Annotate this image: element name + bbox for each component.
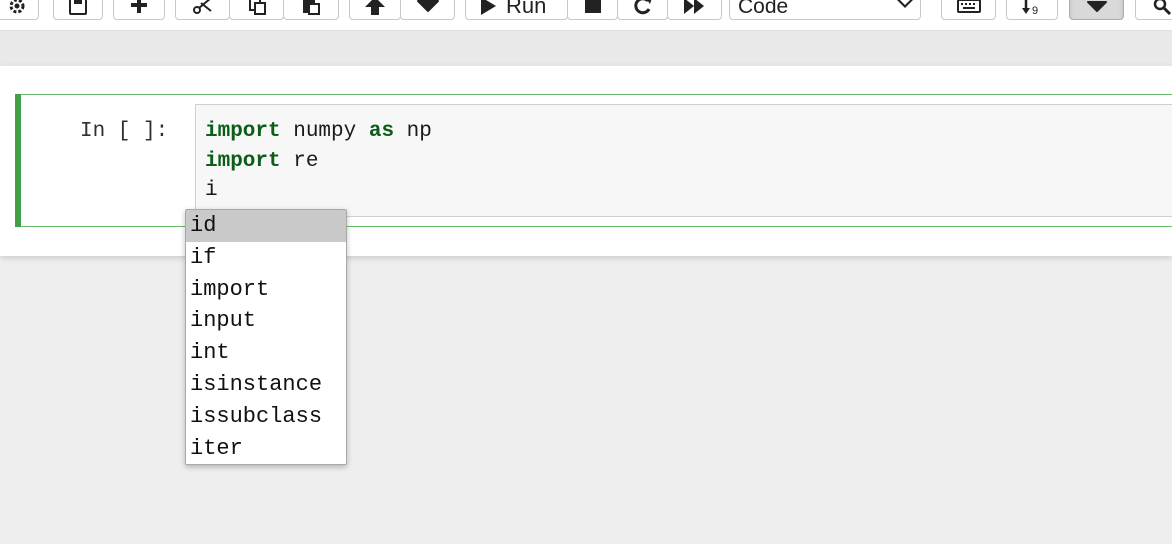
move-up-button[interactable]: [349, 0, 401, 20]
move-down-icon: [416, 0, 439, 15]
code-token: numpy: [280, 120, 369, 143]
code-keyword: as: [368, 120, 395, 143]
settings-button[interactable]: [0, 0, 39, 20]
code-token: re: [280, 149, 319, 173]
autocomplete-item[interactable]: input: [186, 305, 346, 337]
autocomplete-item[interactable]: issubclass: [186, 401, 346, 433]
autocomplete-item[interactable]: id: [186, 210, 346, 242]
code-line[interactable]: import numpy as np: [205, 117, 432, 147]
autocomplete-popup: id if import input int isinstance issubclass it…: [185, 209, 347, 465]
search-button[interactable]: [1135, 0, 1172, 20]
paste-icon: [300, 0, 322, 15]
command-palette-button[interactable]: [941, 0, 996, 20]
sort-button[interactable]: 9: [1006, 0, 1058, 20]
code-keyword: import: [205, 149, 281, 173]
interrupt-button[interactable]: [567, 0, 618, 20]
play-icon: [480, 0, 496, 15]
autocomplete-item[interactable]: if: [186, 242, 346, 274]
stop-icon: [583, 0, 603, 15]
input-prompt: In [ ]:: [80, 120, 169, 143]
code-line[interactable]: i: [205, 176, 432, 206]
autocomplete-item[interactable]: import: [186, 274, 346, 306]
save-button[interactable]: [53, 0, 103, 20]
run-button-label: Run: [506, 0, 547, 18]
move-up-icon: [364, 0, 386, 15]
cell-type-value: Code: [738, 0, 789, 18]
restart-button[interactable]: [617, 0, 668, 20]
code-token: np: [394, 120, 432, 143]
plus-icon: [129, 0, 149, 15]
restart-run-all-button[interactable]: [667, 0, 722, 20]
copy-button[interactable]: [229, 0, 284, 20]
fast-forward-icon: [683, 0, 707, 15]
copy-icon: [246, 0, 268, 15]
svg-text:9: 9: [1032, 5, 1038, 15]
cell-type-select[interactable]: Code: [729, 0, 921, 20]
chevron-down-icon: [896, 0, 914, 14]
move-down-button[interactable]: [400, 0, 455, 20]
code-line[interactable]: import re: [205, 147, 432, 177]
header-spacer: [0, 31, 1172, 65]
autocomplete-item[interactable]: iter: [186, 433, 346, 465]
autocomplete-item[interactable]: isinstance: [186, 369, 346, 401]
insert-cell-button[interactable]: [113, 0, 165, 20]
paste-button[interactable]: [283, 0, 339, 20]
gear-icon: [8, 0, 26, 15]
code-keyword: import: [205, 120, 281, 143]
toggle-button[interactable]: [1069, 0, 1124, 20]
restart-icon: [633, 0, 653, 15]
autocomplete-item[interactable]: int: [186, 337, 346, 369]
main-toolbar: Run Code 9: [0, 0, 1172, 31]
sort-numeric-icon: 9: [1020, 0, 1044, 15]
cut-button[interactable]: [175, 0, 230, 20]
keyboard-icon: [956, 0, 981, 14]
code-text[interactable]: import numpy as np import re i: [205, 117, 432, 206]
dropdown-chevron-icon: [1086, 0, 1108, 14]
code-token: i: [205, 179, 218, 202]
search-icon: [1152, 0, 1172, 15]
run-button[interactable]: Run: [465, 0, 568, 20]
cell-selection-bar: [15, 94, 21, 227]
cut-icon: [192, 0, 214, 15]
save-icon: [68, 0, 88, 15]
